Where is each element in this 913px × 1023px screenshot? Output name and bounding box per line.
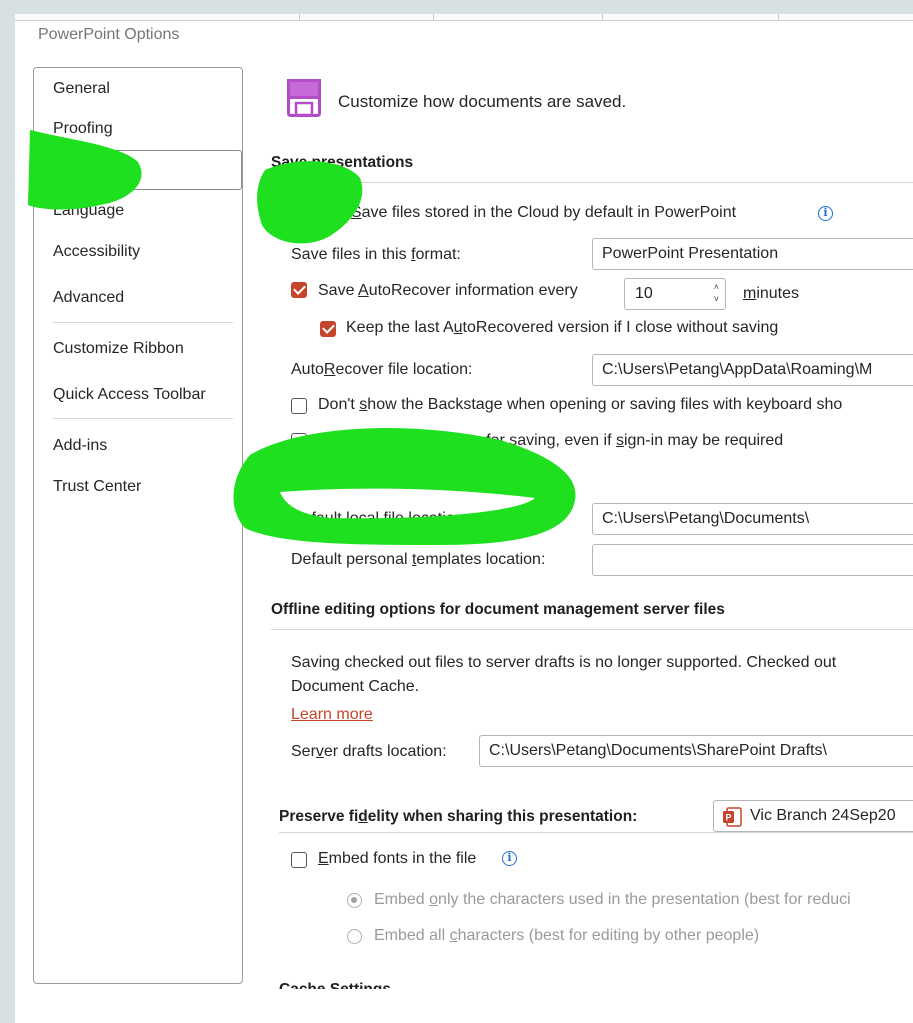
autorecover-checkbox[interactable] — [291, 282, 307, 298]
powerpoint-options-dialog: PowerPoint Options General Proofing Save… — [15, 14, 913, 1023]
autorecover-label: Save AutoRecover information every — [318, 282, 578, 299]
spinner-arrows-icon[interactable]: ˄ ˅ — [714, 281, 719, 305]
offline-description-line1: Saving checked out files to server draft… — [291, 654, 837, 671]
options-content: Customize how documents are saved. Save … — [15, 14, 913, 1023]
additional-places-label: Show additional places for saving, even … — [318, 432, 784, 449]
embed-all-characters-radio[interactable] — [347, 929, 362, 944]
templates-location-field[interactable] — [592, 544, 913, 576]
section-divider — [271, 182, 913, 183]
autorecover-location-field[interactable]: C:\Users\Petang\AppData\Roaming\M — [592, 354, 913, 386]
backstage-checkbox[interactable] — [291, 398, 307, 414]
templates-location-label: Default personal templates location: — [291, 551, 546, 568]
save-format-label: Save files in this format: — [291, 246, 461, 263]
info-icon[interactable]: i — [502, 851, 517, 866]
section-divider — [279, 832, 913, 833]
local-file-location-field[interactable]: C:\Users\Petang\Documents\ — [592, 503, 913, 535]
save-format-select[interactable]: PowerPoint Presentation — [592, 238, 913, 270]
section-heading-preserve-fidelity: Preserve fidelity when sharing this pres… — [279, 808, 638, 825]
next-section-heading-clip: Cache Settings — [279, 981, 913, 989]
backstage-label: Don't show the Backstage when opening or… — [318, 396, 843, 413]
embed-all-characters-label: Embed all characters (best for editing b… — [374, 927, 760, 944]
embed-only-used-label: Embed only the characters used in the pr… — [374, 891, 851, 908]
embed-fonts-checkbox[interactable] — [291, 852, 307, 868]
autorecover-location-label: AutoRecover file location: — [291, 361, 473, 378]
learn-more-link[interactable]: Learn more — [291, 706, 373, 724]
embed-only-used-radio[interactable] — [347, 893, 362, 908]
autosave-label: AutoSave files stored in the Cloud by de… — [318, 204, 737, 221]
presentation-select[interactable]: P Vic Branch 24Sep20 — [713, 800, 913, 832]
autorecover-minutes-spinner[interactable]: 10 ˄ ˅ — [624, 278, 726, 310]
minutes-value: 10 — [635, 285, 653, 302]
minutes-label: minutes — [743, 285, 800, 302]
powerpoint-file-icon: P — [723, 807, 742, 827]
keep-last-label: Keep the last AutoRecovered version if I… — [346, 319, 779, 336]
additional-places-checkbox[interactable] — [291, 433, 307, 449]
svg-text:P: P — [726, 813, 732, 823]
page-header-text: Customize how documents are saved. — [338, 92, 627, 111]
section-heading-cache-settings: Cache Settings — [279, 981, 391, 989]
section-heading-offline-editing: Offline editing options for document man… — [271, 601, 725, 618]
server-drafts-label: Server drafts location: — [291, 743, 447, 760]
embed-fonts-label: Embed fonts in the file — [318, 850, 477, 867]
autosave-checkbox[interactable] — [291, 207, 307, 223]
save-disk-icon — [287, 79, 321, 117]
section-divider — [271, 629, 913, 630]
local-file-location-label: Default local file location: — [291, 510, 468, 527]
server-drafts-location-field[interactable]: C:\Users\Petang\Documents\SharePoint Dra… — [479, 735, 913, 767]
save-to-computer-checkbox[interactable] — [291, 470, 307, 486]
keep-last-autorecovered-checkbox[interactable] — [320, 321, 336, 337]
section-heading-save-presentations: Save presentations — [271, 154, 414, 171]
save-to-computer-label: Save to Computer by default — [318, 468, 521, 485]
info-icon[interactable]: i — [818, 206, 833, 221]
offline-description-line2: Document Cache. — [291, 678, 420, 695]
